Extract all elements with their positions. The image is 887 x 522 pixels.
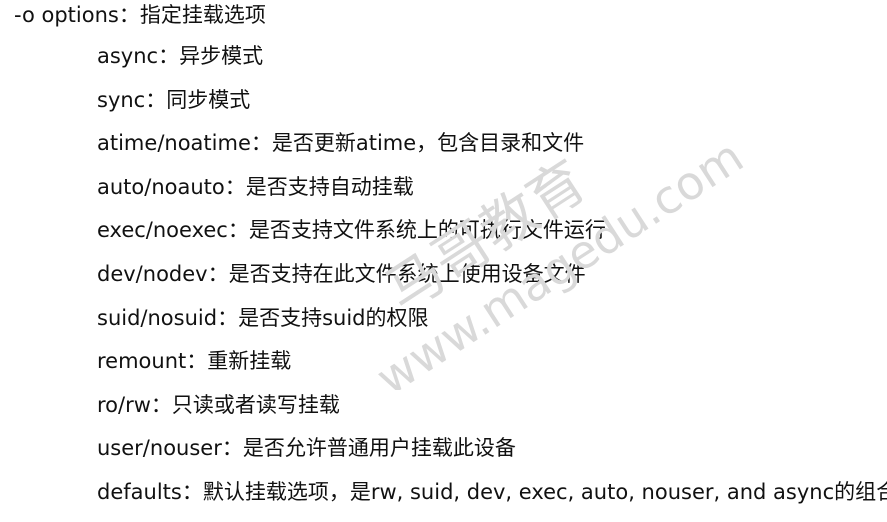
option-item-ro-rw: ro/rw：只读或者读写挂载 — [97, 392, 340, 417]
mount-options-list: async：异步模式 sync：同步模式 atime/noatime：是否更新a… — [97, 42, 887, 522]
option-item-async: async：异步模式 — [97, 44, 264, 68]
options-heading: -o options：指定挂载选项 — [14, 3, 266, 27]
option-item-atime: atime/noatime：是否更新atime，包含目录和文件 — [97, 131, 585, 156]
option-item-dev: dev/nodev：是否支持在此文件系统上使用设备文件 — [97, 261, 586, 286]
option-item-exec: exec/noexec：是否支持文件系统上的可执行文件运行 — [97, 218, 606, 243]
option-item-suid: suid/nosuid：是否支持suid的权限 — [97, 305, 429, 330]
option-item-defaults: defaults：默认挂载选项，是rw, suid, dev, exec, au… — [97, 479, 887, 504]
option-item-remount: remount：重新挂载 — [97, 349, 292, 374]
option-item-user: user/nouser：是否允许普通用户挂载此设备 — [97, 436, 516, 461]
option-item-auto: auto/noauto：是否支持自动挂载 — [97, 174, 414, 199]
document-page: -o options：指定挂载选项 async：异步模式 sync：同步模式 a… — [0, 0, 887, 508]
option-item-sync: sync：同步模式 — [97, 87, 251, 112]
